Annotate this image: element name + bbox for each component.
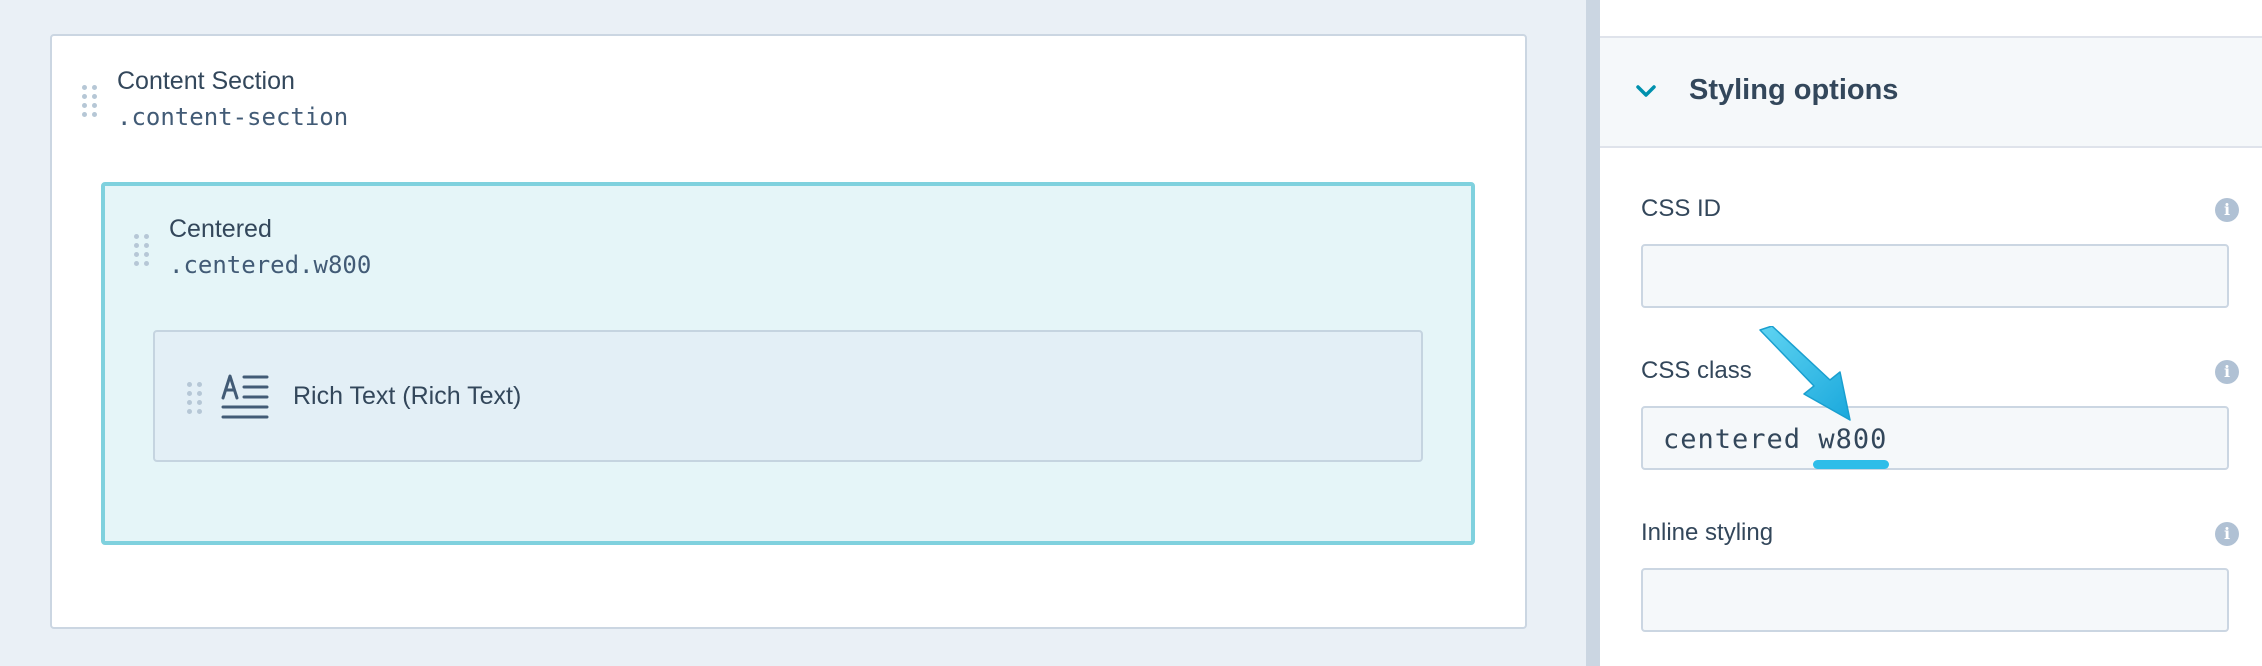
rich-text-drag-handle[interactable] xyxy=(187,382,202,414)
css-class-value-highlight: w800 xyxy=(1818,424,1888,455)
css-class-value-prefix: centered xyxy=(1663,424,1819,455)
css-id-label: CSS ID xyxy=(1641,195,1722,222)
inline-styling-label: Inline styling xyxy=(1641,519,1774,546)
centered-class: .centered.w800 xyxy=(169,251,372,279)
annotation-arrow-icon xyxy=(1759,326,1851,421)
rich-text-label: Rich Text (Rich Text) xyxy=(293,382,522,410)
css-class-label: CSS class xyxy=(1641,357,1752,384)
editor-canvas: Content Section .content-section Centere… xyxy=(0,0,1586,666)
centered-drag-handle[interactable] xyxy=(134,234,149,266)
panel-splitter[interactable] xyxy=(1586,0,1600,666)
content-section-class: .content-section xyxy=(117,103,349,131)
inline-styling-field[interactable] xyxy=(1641,568,2229,632)
styling-panel: Styling options CSS ID i CSS class i Inl… xyxy=(1600,0,2262,666)
css-id-field[interactable] xyxy=(1641,244,2229,308)
css-class-value: centered w800 xyxy=(1663,424,1887,455)
highlight-underline xyxy=(1813,460,1889,469)
rich-text-icon xyxy=(221,374,269,419)
panel-top-bar xyxy=(1600,0,2262,38)
chevron-down-icon[interactable] xyxy=(1635,80,1657,102)
css-class-info-icon[interactable]: i xyxy=(2215,360,2239,384)
styling-options-accordion[interactable]: Styling options xyxy=(1600,38,2262,148)
styling-options-title: Styling options xyxy=(1689,74,1899,106)
content-section-drag-handle[interactable] xyxy=(82,85,97,117)
inline-styling-info-icon[interactable]: i xyxy=(2215,522,2239,546)
centered-title: Centered xyxy=(169,215,272,243)
content-section-title: Content Section xyxy=(117,67,295,95)
css-id-info-icon[interactable]: i xyxy=(2215,198,2239,222)
